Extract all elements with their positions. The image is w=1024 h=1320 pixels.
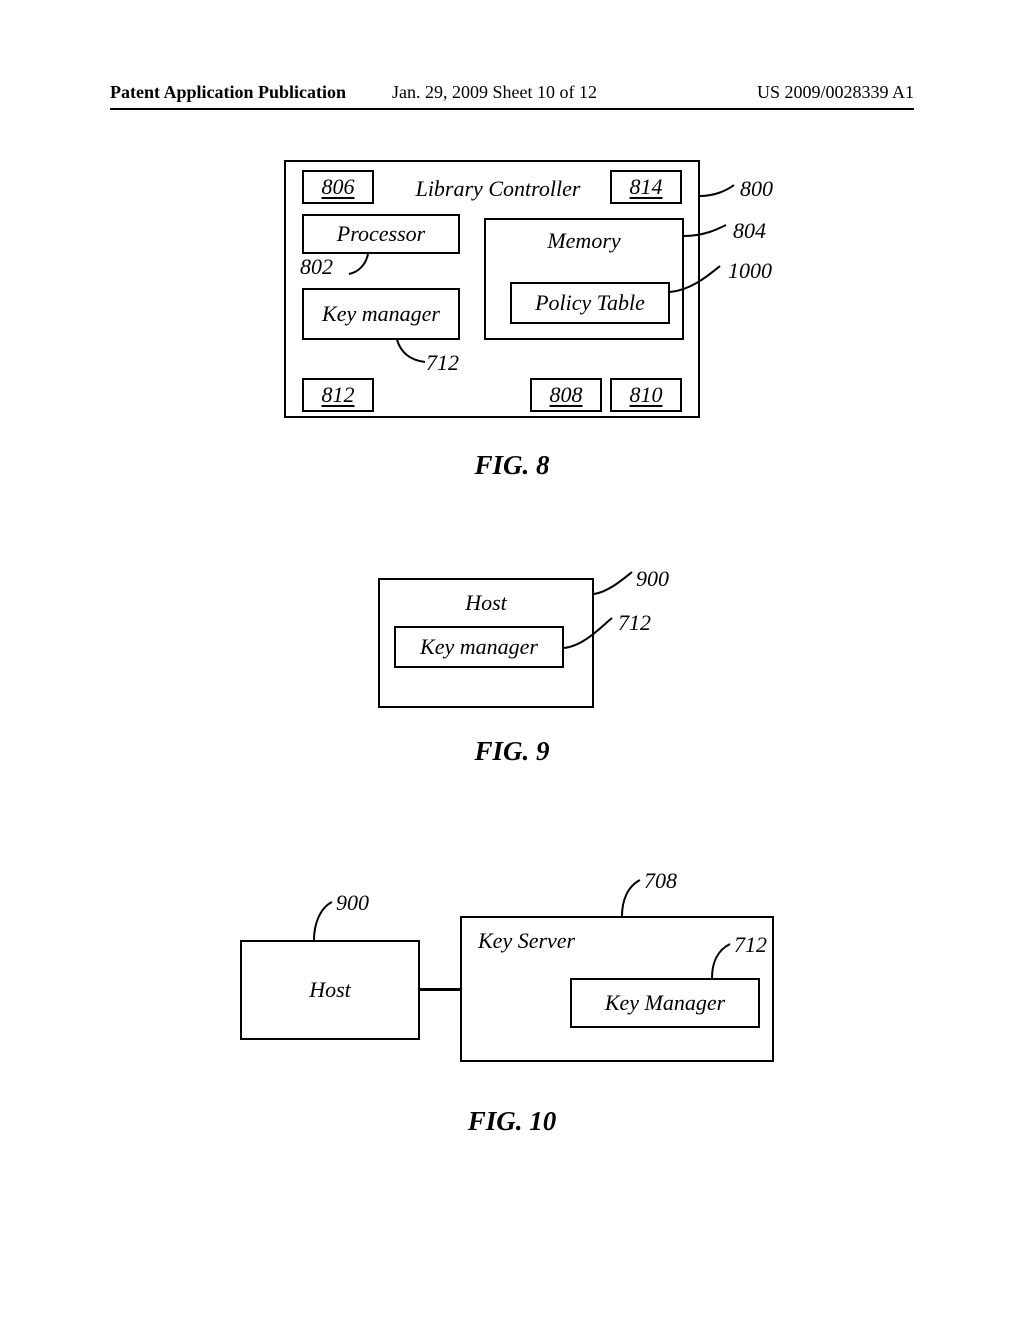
fig8-box-806: 806: [302, 170, 374, 204]
fig8-box-814: 814: [610, 170, 682, 204]
fig10-connector: [420, 988, 460, 991]
fig10-label-900: 900: [336, 890, 369, 916]
header-rule: [110, 108, 914, 110]
fig8-num-814: 814: [630, 174, 663, 200]
header-left: Patent Application Publication: [110, 82, 346, 103]
fig8-processor-box: Processor: [302, 214, 460, 254]
fig8-lead-802: [345, 254, 393, 280]
header-right: US 2009/0028339 A1: [757, 82, 914, 103]
fig10-label-708: 708: [644, 868, 677, 894]
page: Patent Application Publication Jan. 29, …: [0, 0, 1024, 1320]
fig9-label-900: 900: [636, 566, 669, 592]
fig10-key-manager-box: Key Manager: [570, 978, 760, 1028]
fig10-label-712: 712: [734, 932, 767, 958]
fig8-title: Library Controller: [398, 176, 598, 202]
fig8-key-manager-box: Key manager: [302, 288, 460, 340]
fig9-key-manager-box: Key manager: [394, 626, 564, 668]
fig10-host-label: Host: [309, 977, 351, 1003]
fig8-label-800: 800: [740, 176, 773, 202]
fig10-key-manager-label: Key Manager: [605, 990, 725, 1016]
fig9-caption: FIG. 9: [0, 736, 1024, 767]
fig8-caption: FIG. 8: [0, 450, 1024, 481]
fig8-num-808: 808: [550, 382, 583, 408]
fig8-box-812: 812: [302, 378, 374, 412]
fig8-policy-table-box: Policy Table: [510, 282, 670, 324]
fig8-key-manager-label: Key manager: [322, 301, 440, 327]
fig8-label-802: 802: [300, 254, 333, 280]
fig8-num-810: 810: [630, 382, 663, 408]
fig8-label-1000: 1000: [728, 258, 772, 284]
fig9-label-712: 712: [618, 610, 651, 636]
fig8-memory-label: Memory: [547, 228, 620, 254]
fig8-box-808: 808: [530, 378, 602, 412]
fig10-host-box: Host: [240, 940, 420, 1040]
fig9-key-manager-label: Key manager: [420, 634, 538, 660]
fig8-label-712: 712: [426, 350, 459, 376]
header-mid: Jan. 29, 2009 Sheet 10 of 12: [392, 82, 597, 103]
fig8-num-812: 812: [322, 382, 355, 408]
fig8-num-806: 806: [322, 174, 355, 200]
fig8-box-810: 810: [610, 378, 682, 412]
fig8-policy-table-label: Policy Table: [535, 290, 645, 316]
fig8-processor-label: Processor: [337, 221, 425, 247]
fig9-host-label: Host: [465, 590, 507, 616]
fig10-caption: FIG. 10: [0, 1106, 1024, 1137]
fig10-key-server-label: Key Server: [478, 928, 575, 954]
fig8-label-804: 804: [733, 218, 766, 244]
